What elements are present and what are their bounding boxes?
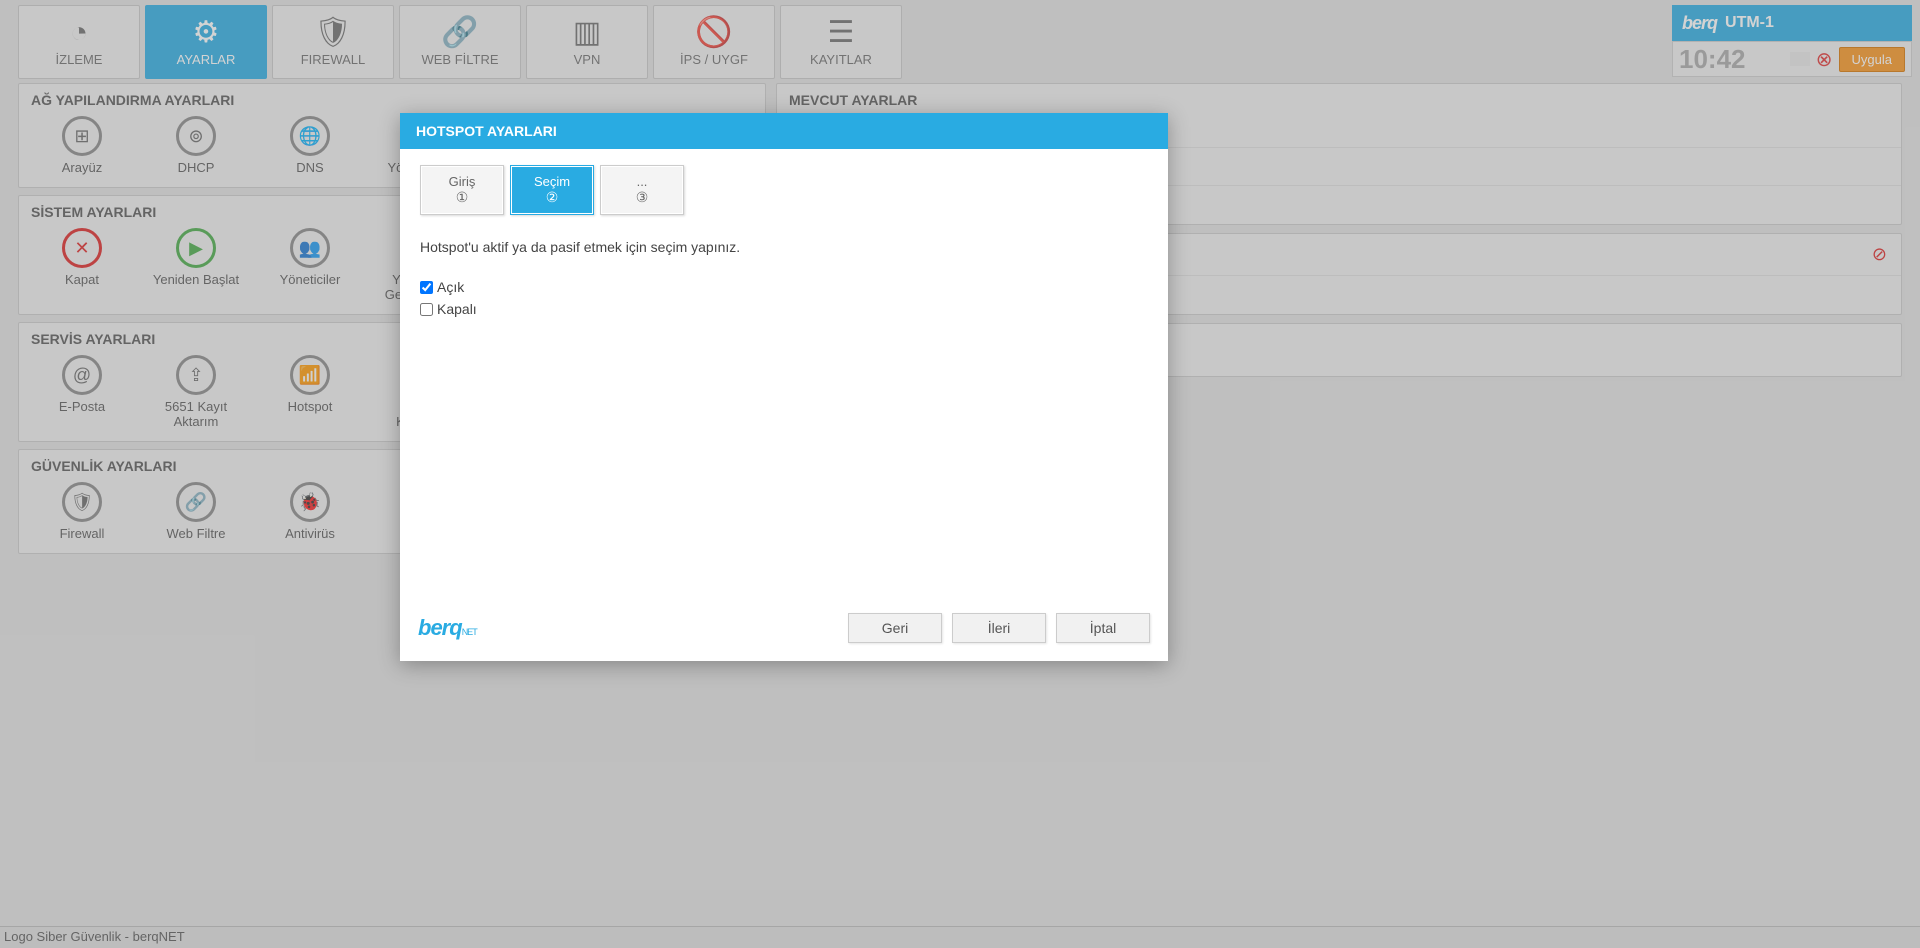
- modal-instruction: Hotspot'u aktif ya da pasif etmek için s…: [420, 239, 1148, 255]
- checkbox-off[interactable]: [420, 303, 433, 316]
- modal-logo: berqNET: [418, 615, 838, 641]
- checkbox-on[interactable]: [420, 281, 433, 294]
- cancel-button[interactable]: İptal: [1056, 613, 1150, 643]
- label-off: Kapalı: [437, 301, 477, 317]
- label-on: Açık: [437, 279, 464, 295]
- wizard-step-3[interactable]: ... ③: [600, 165, 684, 215]
- next-button[interactable]: İleri: [952, 613, 1046, 643]
- wizard-step-2[interactable]: Seçim ②: [510, 165, 594, 215]
- wizard-step-1[interactable]: Giriş ①: [420, 165, 504, 215]
- modal-title: HOTSPOT AYARLARI: [400, 113, 1168, 149]
- hotspot-modal: HOTSPOT AYARLARI Giriş ① Seçim ② ... ③ H…: [400, 113, 1168, 661]
- back-button[interactable]: Geri: [848, 613, 942, 643]
